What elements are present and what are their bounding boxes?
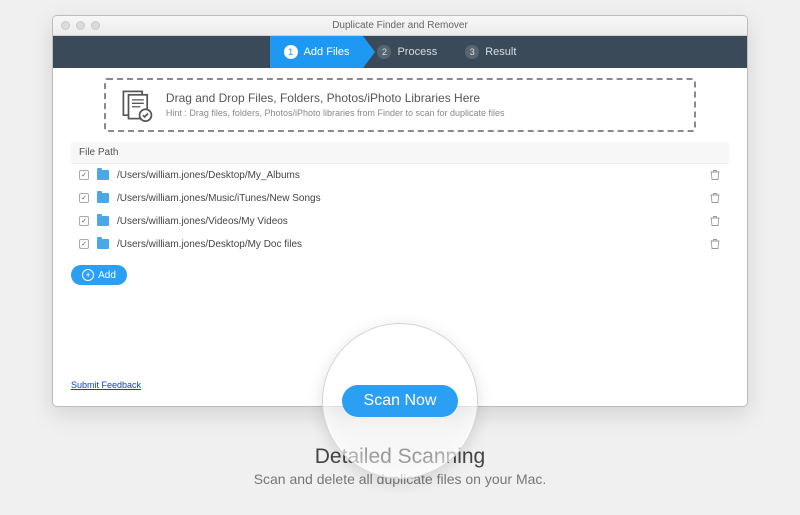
- row-checkbox[interactable]: ✓: [79, 239, 89, 249]
- row-checkbox[interactable]: ✓: [79, 193, 89, 203]
- folder-icon: [97, 170, 109, 180]
- folder-icon: [97, 193, 109, 203]
- dropzone-title: Drag and Drop Files, Folders, Photos/iPh…: [166, 91, 505, 105]
- step-result[interactable]: 3 Result: [451, 36, 530, 68]
- file-path: /Users/william.jones/Videos/My Videos: [117, 216, 701, 227]
- row-checkbox[interactable]: ✓: [79, 170, 89, 180]
- step-add-files[interactable]: 1 Add Files: [270, 36, 364, 68]
- table-row: ✓ /Users/william.jones/Videos/My Videos: [71, 210, 729, 233]
- magnifier-highlight: Scan Now: [322, 323, 478, 479]
- row-checkbox[interactable]: ✓: [79, 216, 89, 226]
- scan-now-button[interactable]: Scan Now: [342, 385, 459, 417]
- document-check-icon: [120, 88, 154, 122]
- titlebar: Duplicate Finder and Remover: [53, 16, 747, 36]
- file-table: File Path ✓ /Users/william.jones/Desktop/…: [71, 142, 729, 255]
- file-path: /Users/william.jones/Desktop/My_Albums: [117, 170, 701, 181]
- folder-icon: [97, 216, 109, 226]
- table-header: File Path: [71, 142, 729, 164]
- step-bar: 1 Add Files 2 Process 3 Result: [53, 36, 747, 68]
- folder-icon: [97, 239, 109, 249]
- trash-icon[interactable]: [709, 192, 721, 204]
- dropzone-hint: Hint : Drag files, folders, Photos/iPhot…: [166, 108, 505, 120]
- trash-icon[interactable]: [709, 215, 721, 227]
- window-title: Duplicate Finder and Remover: [53, 20, 747, 31]
- table-row: ✓ /Users/william.jones/Music/iTunes/New S…: [71, 187, 729, 210]
- trash-icon[interactable]: [709, 238, 721, 250]
- add-button[interactable]: + Add: [71, 265, 127, 285]
- table-row: ✓ /Users/william.jones/Desktop/My_Albums: [71, 164, 729, 187]
- file-path: /Users/william.jones/Desktop/My Doc file…: [117, 239, 701, 250]
- table-row: ✓ /Users/william.jones/Desktop/My Doc fil…: [71, 233, 729, 255]
- submit-feedback-link[interactable]: Submit Feedback: [71, 380, 141, 390]
- trash-icon[interactable]: [709, 169, 721, 181]
- plus-icon: +: [82, 269, 94, 281]
- drop-zone[interactable]: Drag and Drop Files, Folders, Photos/iPh…: [104, 78, 696, 132]
- file-path: /Users/william.jones/Music/iTunes/New So…: [117, 193, 701, 204]
- step-process[interactable]: 2 Process: [363, 36, 451, 68]
